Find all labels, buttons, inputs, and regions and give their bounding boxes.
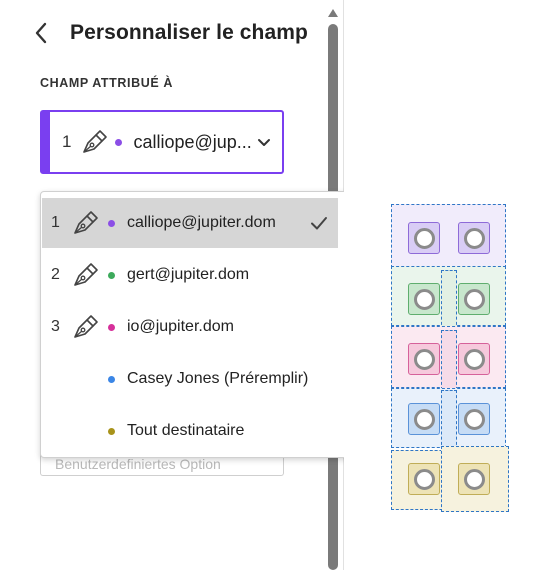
option-number: 3 [51, 318, 60, 335]
radio-button[interactable] [408, 283, 440, 315]
option-number: 1 [51, 214, 60, 231]
dropdown-option-io[interactable]: 3 io@jupiter.dom [42, 302, 338, 352]
dropdown-option-casey-jones[interactable]: Casey Jones (Préremplir) [42, 354, 338, 404]
radio-button[interactable] [408, 463, 440, 495]
radio-group-green-connector[interactable] [441, 270, 457, 330]
radio-circle-icon [413, 348, 435, 370]
radio-group-pink-connector[interactable] [441, 330, 457, 390]
assigned-to-label: CHAMP ATTRIBUÉ À [40, 76, 173, 90]
back-button[interactable] [30, 18, 52, 48]
radio-button[interactable] [458, 463, 490, 495]
option-label: gert@jupiter.dom [127, 266, 250, 283]
recipient-number: 1 [62, 132, 72, 151]
scroll-up-arrow-icon[interactable] [328, 9, 338, 17]
dropdown-option-any-recipient[interactable]: Tout destinataire [42, 406, 338, 456]
recipient-color-dot [108, 219, 115, 227]
radio-button[interactable] [408, 343, 440, 375]
radio-circle-icon [463, 468, 485, 490]
recipient-color-dot [108, 323, 115, 331]
assigned-recipient-value: calliope@jup... [133, 131, 252, 152]
radio-button[interactable] [408, 403, 440, 435]
recipient-color-dot [108, 271, 115, 279]
chevron-left-icon [35, 22, 47, 44]
radio-circle-icon [463, 227, 485, 249]
option-label: io@jupiter.dom [127, 318, 234, 335]
radio-circle-icon [413, 408, 435, 430]
radio-circle-icon [463, 288, 485, 310]
radio-circle-icon [413, 227, 435, 249]
option-label: Tout destinataire [127, 422, 245, 439]
radio-circle-icon [413, 288, 435, 310]
panel-header: Personnaliser le champ [30, 18, 308, 48]
option-label: calliope@jupiter.dom [127, 214, 276, 231]
signature-pen-icon [74, 211, 98, 234]
radio-circle-icon [463, 408, 485, 430]
recipient-dropdown-list: 1 calliope@jupiter.dom 2 gert@jupiter.do… [40, 191, 358, 458]
dropdown-option-gert[interactable]: 2 gert@jupiter.dom [42, 250, 338, 300]
recipient-color-dot [108, 427, 115, 435]
chevron-down-icon [258, 139, 271, 146]
dropdown-option-calliope[interactable]: 1 calliope@jupiter.dom [42, 198, 338, 248]
document-canvas [344, 0, 548, 570]
panel-title: Personnaliser le champ [70, 21, 308, 44]
checkmark-icon [311, 217, 327, 230]
radio-button[interactable] [408, 222, 440, 254]
signature-pen-icon [74, 263, 98, 286]
radio-group-blue-connector[interactable] [441, 390, 457, 450]
option-label: Casey Jones (Préremplir) [127, 370, 309, 387]
signature-pen-icon [83, 130, 108, 153]
radio-button[interactable] [458, 403, 490, 435]
signature-pen-icon [74, 315, 98, 338]
option-number: 2 [51, 266, 60, 283]
radio-circle-icon [413, 468, 435, 490]
assigned-recipient-select[interactable]: 1 calliope@jup... [40, 110, 284, 174]
radio-circle-icon [463, 348, 485, 370]
radio-button[interactable] [458, 343, 490, 375]
radio-button[interactable] [458, 222, 490, 254]
custom-option-text: Benutzerdefiniertes Option [55, 456, 221, 472]
recipient-color-dot [115, 138, 123, 146]
recipient-color-dot [108, 375, 115, 383]
radio-button[interactable] [458, 283, 490, 315]
